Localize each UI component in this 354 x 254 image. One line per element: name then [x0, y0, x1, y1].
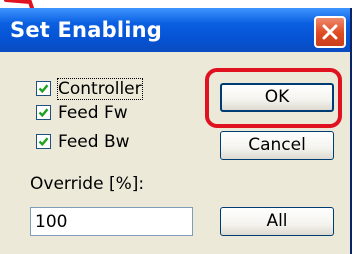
title-bar[interactable]: Set Enabling [0, 8, 350, 52]
ok-button[interactable]: OK [220, 83, 334, 112]
checkbox-box[interactable] [36, 81, 51, 96]
screenshot: Set Enabling Controller Feed Fw Feed Bw … [0, 0, 354, 254]
checkmark-icon [38, 108, 49, 118]
all-button[interactable]: All [220, 207, 334, 236]
cancel-button[interactable]: Cancel [220, 131, 334, 160]
checkbox-box[interactable] [36, 105, 51, 120]
close-button[interactable] [314, 16, 346, 48]
checkbox-label: Feed Bw [58, 132, 130, 152]
dialog-title: Set Enabling [10, 18, 162, 42]
checkbox-label: Controller [57, 78, 143, 100]
checkbox-label: Feed Fw [58, 103, 128, 123]
override-label: Override [%]: [30, 174, 145, 194]
set-enabling-dialog: Set Enabling Controller Feed Fw Feed Bw … [0, 8, 352, 254]
checkmark-icon [38, 84, 49, 94]
checkmark-icon [38, 137, 49, 147]
checkbox-box[interactable] [36, 134, 51, 149]
close-x-icon [322, 24, 338, 40]
override-input[interactable] [30, 207, 193, 236]
